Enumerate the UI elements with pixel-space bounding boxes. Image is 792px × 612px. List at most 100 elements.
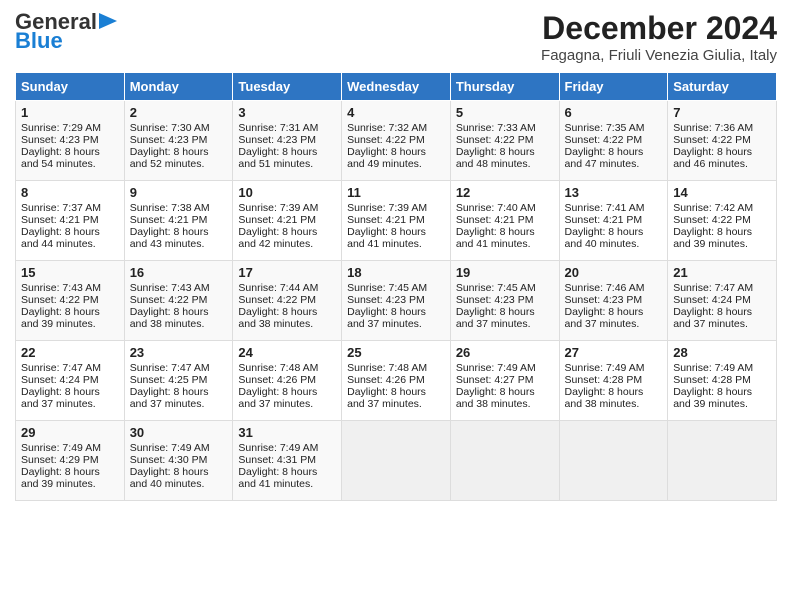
table-row <box>450 421 559 501</box>
daylight-text: Daylight: 8 hours and 42 minutes. <box>238 226 317 250</box>
sunset-text: Sunset: 4:30 PM <box>130 454 208 466</box>
calendar-week-row: 8Sunrise: 7:37 AMSunset: 4:21 PMDaylight… <box>16 181 777 261</box>
day-number: 22 <box>21 345 119 360</box>
table-row: 16Sunrise: 7:43 AMSunset: 4:22 PMDayligh… <box>124 261 233 341</box>
sunset-text: Sunset: 4:22 PM <box>673 134 751 146</box>
daylight-text: Daylight: 8 hours and 51 minutes. <box>238 146 317 170</box>
sunset-text: Sunset: 4:23 PM <box>21 134 99 146</box>
day-number: 3 <box>238 105 336 120</box>
day-number: 23 <box>130 345 228 360</box>
daylight-text: Daylight: 8 hours and 38 minutes. <box>456 386 535 410</box>
table-row: 2Sunrise: 7:30 AMSunset: 4:23 PMDaylight… <box>124 101 233 181</box>
sunrise-text: Sunrise: 7:43 AM <box>130 282 210 294</box>
table-row <box>668 421 777 501</box>
day-number: 20 <box>565 265 663 280</box>
table-row: 27Sunrise: 7:49 AMSunset: 4:28 PMDayligh… <box>559 341 668 421</box>
page-title: December 2024 <box>541 10 777 47</box>
daylight-text: Daylight: 8 hours and 39 minutes. <box>21 306 100 330</box>
day-number: 24 <box>238 345 336 360</box>
daylight-text: Daylight: 8 hours and 41 minutes. <box>347 226 426 250</box>
sunrise-text: Sunrise: 7:48 AM <box>347 362 427 374</box>
daylight-text: Daylight: 8 hours and 37 minutes. <box>565 306 644 330</box>
sunrise-text: Sunrise: 7:29 AM <box>21 122 101 134</box>
sunrise-text: Sunrise: 7:49 AM <box>673 362 753 374</box>
sunset-text: Sunset: 4:21 PM <box>456 214 534 226</box>
table-row: 21Sunrise: 7:47 AMSunset: 4:24 PMDayligh… <box>668 261 777 341</box>
sunset-text: Sunset: 4:23 PM <box>347 294 425 306</box>
table-row: 23Sunrise: 7:47 AMSunset: 4:25 PMDayligh… <box>124 341 233 421</box>
day-number: 31 <box>238 425 336 440</box>
day-number: 4 <box>347 105 445 120</box>
sunrise-text: Sunrise: 7:49 AM <box>130 442 210 454</box>
sunset-text: Sunset: 4:31 PM <box>238 454 316 466</box>
table-row: 18Sunrise: 7:45 AMSunset: 4:23 PMDayligh… <box>342 261 451 341</box>
sunset-text: Sunset: 4:21 PM <box>565 214 643 226</box>
table-row: 19Sunrise: 7:45 AMSunset: 4:23 PMDayligh… <box>450 261 559 341</box>
sunset-text: Sunset: 4:21 PM <box>347 214 425 226</box>
day-number: 15 <box>21 265 119 280</box>
sunrise-text: Sunrise: 7:31 AM <box>238 122 318 134</box>
table-row: 13Sunrise: 7:41 AMSunset: 4:21 PMDayligh… <box>559 181 668 261</box>
col-wednesday: Wednesday <box>342 73 451 101</box>
day-number: 29 <box>21 425 119 440</box>
sunset-text: Sunset: 4:22 PM <box>347 134 425 146</box>
sunrise-text: Sunrise: 7:38 AM <box>130 202 210 214</box>
sunrise-text: Sunrise: 7:45 AM <box>347 282 427 294</box>
table-row: 8Sunrise: 7:37 AMSunset: 4:21 PMDaylight… <box>16 181 125 261</box>
page-subtitle: Fagagna, Friuli Venezia Giulia, Italy <box>541 47 777 64</box>
day-number: 26 <box>456 345 554 360</box>
table-row: 14Sunrise: 7:42 AMSunset: 4:22 PMDayligh… <box>668 181 777 261</box>
sunset-text: Sunset: 4:24 PM <box>21 374 99 386</box>
logo-arrow-icon <box>99 13 117 29</box>
sunset-text: Sunset: 4:22 PM <box>130 294 208 306</box>
table-row: 30Sunrise: 7:49 AMSunset: 4:30 PMDayligh… <box>124 421 233 501</box>
calendar-week-row: 1Sunrise: 7:29 AMSunset: 4:23 PMDaylight… <box>16 101 777 181</box>
col-saturday: Saturday <box>668 73 777 101</box>
sunrise-text: Sunrise: 7:45 AM <box>456 282 536 294</box>
sunrise-text: Sunrise: 7:37 AM <box>21 202 101 214</box>
sunrise-text: Sunrise: 7:47 AM <box>21 362 101 374</box>
col-sunday: Sunday <box>16 73 125 101</box>
table-row: 10Sunrise: 7:39 AMSunset: 4:21 PMDayligh… <box>233 181 342 261</box>
sunrise-text: Sunrise: 7:42 AM <box>673 202 753 214</box>
sunrise-text: Sunrise: 7:36 AM <box>673 122 753 134</box>
sunrise-text: Sunrise: 7:39 AM <box>347 202 427 214</box>
day-number: 27 <box>565 345 663 360</box>
table-row: 12Sunrise: 7:40 AMSunset: 4:21 PMDayligh… <box>450 181 559 261</box>
sunset-text: Sunset: 4:22 PM <box>565 134 643 146</box>
daylight-text: Daylight: 8 hours and 49 minutes. <box>347 146 426 170</box>
calendar-header-row: Sunday Monday Tuesday Wednesday Thursday… <box>16 73 777 101</box>
daylight-text: Daylight: 8 hours and 37 minutes. <box>456 306 535 330</box>
daylight-text: Daylight: 8 hours and 54 minutes. <box>21 146 100 170</box>
sunset-text: Sunset: 4:22 PM <box>456 134 534 146</box>
daylight-text: Daylight: 8 hours and 39 minutes. <box>673 386 752 410</box>
sunrise-text: Sunrise: 7:40 AM <box>456 202 536 214</box>
day-number: 13 <box>565 185 663 200</box>
sunset-text: Sunset: 4:24 PM <box>673 294 751 306</box>
day-number: 11 <box>347 185 445 200</box>
sunrise-text: Sunrise: 7:44 AM <box>238 282 318 294</box>
sunset-text: Sunset: 4:22 PM <box>673 214 751 226</box>
calendar-week-row: 29Sunrise: 7:49 AMSunset: 4:29 PMDayligh… <box>16 421 777 501</box>
day-number: 28 <box>673 345 771 360</box>
table-row <box>342 421 451 501</box>
sunrise-text: Sunrise: 7:47 AM <box>130 362 210 374</box>
daylight-text: Daylight: 8 hours and 40 minutes. <box>130 466 209 490</box>
sunrise-text: Sunrise: 7:49 AM <box>21 442 101 454</box>
sunrise-text: Sunrise: 7:33 AM <box>456 122 536 134</box>
table-row: 3Sunrise: 7:31 AMSunset: 4:23 PMDaylight… <box>233 101 342 181</box>
daylight-text: Daylight: 8 hours and 41 minutes. <box>238 466 317 490</box>
daylight-text: Daylight: 8 hours and 37 minutes. <box>238 386 317 410</box>
logo-blue: Blue <box>15 30 63 52</box>
calendar-table: Sunday Monday Tuesday Wednesday Thursday… <box>15 72 777 501</box>
sunset-text: Sunset: 4:21 PM <box>130 214 208 226</box>
daylight-text: Daylight: 8 hours and 37 minutes. <box>347 386 426 410</box>
day-number: 18 <box>347 265 445 280</box>
sunrise-text: Sunrise: 7:47 AM <box>673 282 753 294</box>
sunrise-text: Sunrise: 7:35 AM <box>565 122 645 134</box>
sunset-text: Sunset: 4:26 PM <box>347 374 425 386</box>
sunrise-text: Sunrise: 7:48 AM <box>238 362 318 374</box>
day-number: 14 <box>673 185 771 200</box>
sunset-text: Sunset: 4:28 PM <box>673 374 751 386</box>
daylight-text: Daylight: 8 hours and 40 minutes. <box>565 226 644 250</box>
